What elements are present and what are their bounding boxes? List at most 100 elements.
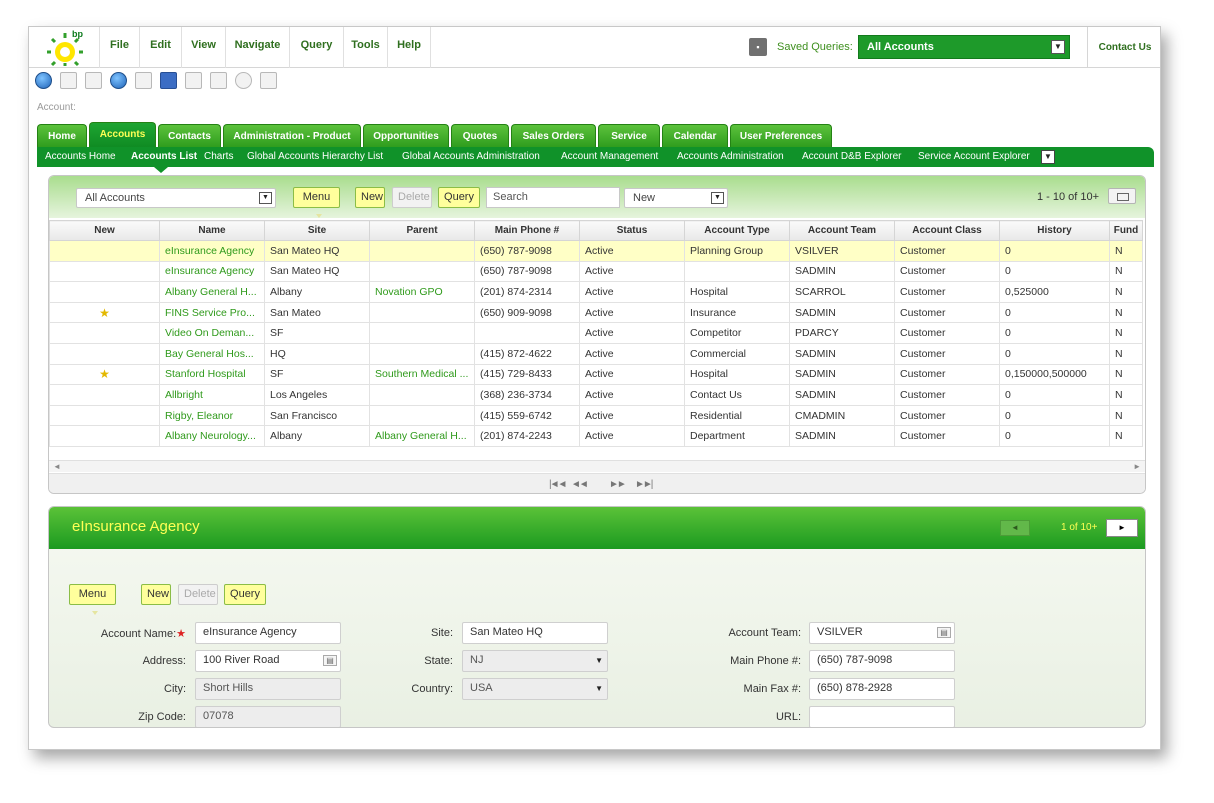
saved-query-icon[interactable]: ▪	[749, 38, 767, 56]
tab-user-preferences[interactable]: User Preferences	[730, 124, 832, 148]
column-header[interactable]: Status	[579, 220, 685, 241]
account-name-link[interactable]: FINS Service Pro...	[159, 301, 265, 324]
table-row[interactable]: eInsurance Agency San Mateo HQ (650) 787-9…	[49, 260, 1143, 283]
menu-help[interactable]: Help	[387, 27, 431, 68]
form-delete-button[interactable]: Delete	[178, 584, 218, 605]
column-header[interactable]: History	[999, 220, 1110, 241]
city-field[interactable]: Short Hills	[195, 678, 341, 700]
url-field[interactable]	[809, 706, 955, 727]
new-record-icon[interactable]	[60, 72, 77, 89]
saved-queries-select[interactable]: All Accounts ▼	[858, 35, 1070, 59]
tab-sales-orders[interactable]: Sales Orders	[511, 124, 596, 148]
pick-icon[interactable]: ▤	[323, 655, 337, 666]
table-row[interactable]: Video On Deman... SF Active Competitor PDARC…	[49, 322, 1143, 344]
table-row[interactable]: ★ Stanford Hospital SF Southern Medical ...…	[49, 363, 1143, 386]
scroll-right-icon[interactable]: ►	[1133, 462, 1141, 471]
subnav-accounts-list[interactable]: Accounts List	[131, 147, 197, 167]
prev-record-button[interactable]: ◄	[1000, 520, 1030, 536]
column-header[interactable]: Name	[159, 220, 265, 241]
account-name-link[interactable]: Bay General Hos...	[159, 342, 265, 365]
menu-navigate[interactable]: Navigate	[225, 27, 289, 68]
next-record-button[interactable]: ►	[1106, 519, 1138, 537]
parent-link[interactable]: Novation GPO	[369, 281, 475, 303]
next-page-icon[interactable]: ►►	[609, 479, 627, 490]
account-name-link[interactable]: Albany Neurology...	[159, 425, 265, 447]
menu-file[interactable]: File	[99, 27, 139, 68]
first-page-icon[interactable]: |◄◄	[549, 479, 567, 490]
list-new-button[interactable]: New	[355, 187, 385, 208]
contact-us-link[interactable]: Contact Us	[1087, 27, 1160, 68]
horizontal-scrollbar[interactable]: ◄ ►	[49, 460, 1145, 472]
account-name-link[interactable]: Video On Deman...	[159, 322, 265, 344]
breadcrumb[interactable]: Account:	[37, 102, 76, 113]
chart-icon[interactable]	[260, 72, 277, 89]
form-new-button[interactable]: New	[141, 584, 171, 605]
parent-link[interactable]: Albany General H...	[369, 425, 475, 447]
tab-contacts[interactable]: Contacts	[158, 124, 221, 148]
column-header[interactable]: Account Class	[894, 220, 1000, 241]
subnav-dnb-explorer[interactable]: Account D&B Explorer	[802, 147, 902, 167]
copy-record-icon[interactable]	[85, 72, 102, 89]
subnav-accounts-home[interactable]: Accounts Home	[45, 147, 116, 167]
parent-link[interactable]: Southern Medical ...	[369, 363, 475, 386]
table-row[interactable]: eInsurance Agency San Mateo HQ (650) 787-9…	[49, 240, 1143, 262]
query-select[interactable]: All Accounts ▼	[76, 188, 276, 208]
table-row[interactable]: ★ FINS Service Pro... San Mateo (650) 909-9…	[49, 301, 1143, 324]
print-icon[interactable]	[210, 72, 227, 89]
tab-calendar[interactable]: Calendar	[662, 124, 728, 148]
chevron-down-icon[interactable]: ▼	[1041, 150, 1055, 164]
tab-opportunities[interactable]: Opportunities	[363, 124, 449, 148]
tab-administration-product[interactable]: Administration - Product	[223, 124, 361, 148]
refresh-icon[interactable]	[110, 72, 127, 89]
table-row[interactable]: Allbright Los Angeles (368) 236-3734 Active…	[49, 384, 1143, 406]
column-header[interactable]: Account Team	[789, 220, 895, 241]
account-name-link[interactable]: Rigby, Eleanor	[159, 404, 265, 427]
tab-accounts[interactable]: Accounts	[89, 122, 156, 148]
zip-field[interactable]: 07078	[195, 706, 341, 727]
subnav-charts[interactable]: Charts	[204, 147, 233, 167]
menu-query[interactable]: Query	[289, 27, 343, 68]
column-header[interactable]: Main Phone #	[474, 220, 580, 241]
subnav-accounts-admin[interactable]: Accounts Administration	[677, 147, 784, 167]
account-name-link[interactable]: eInsurance Agency	[159, 260, 265, 283]
table-row[interactable]: Albany Neurology... Albany Albany General …	[49, 425, 1143, 447]
subnav-service-explorer[interactable]: Service Account Explorer	[918, 147, 1030, 167]
column-header[interactable]: Account Type	[684, 220, 790, 241]
scroll-left-icon[interactable]: ◄	[53, 462, 61, 471]
form-menu-button[interactable]: Menu	[69, 584, 116, 605]
column-header[interactable]: Parent	[369, 220, 475, 241]
main-fax-field[interactable]: (650) 878-2928	[809, 678, 955, 700]
tab-home[interactable]: Home	[37, 124, 87, 148]
last-page-icon[interactable]: ►►|	[635, 479, 653, 490]
list-delete-button[interactable]: Delete	[392, 187, 432, 208]
search-input[interactable]: Search	[486, 187, 620, 208]
state-select[interactable]: NJ ▼	[462, 650, 608, 672]
clock-icon[interactable]	[235, 72, 252, 89]
menu-edit[interactable]: Edit	[139, 27, 181, 68]
menu-tools[interactable]: Tools	[343, 27, 387, 68]
menu-view[interactable]: View	[181, 27, 225, 68]
row-count-button[interactable]	[1108, 188, 1136, 204]
new-select[interactable]: New ▼	[624, 188, 728, 208]
column-header[interactable]: Fund	[1109, 220, 1143, 241]
keyboard-icon[interactable]	[135, 72, 152, 89]
account-name-field[interactable]: eInsurance Agency	[195, 622, 341, 644]
account-name-link[interactable]: Stanford Hospital	[159, 363, 265, 386]
list-query-button[interactable]: Query	[438, 187, 480, 208]
main-phone-field[interactable]: (650) 787-9098	[809, 650, 955, 672]
subnav-global-hierarchy[interactable]: Global Accounts Hierarchy List	[247, 147, 383, 167]
table-row[interactable]: Rigby, Eleanor San Francisco (415) 559-674…	[49, 404, 1143, 427]
table-row[interactable]: Bay General Hos... HQ (415) 872-4622 Active…	[49, 342, 1143, 365]
table-row[interactable]: Albany General H... Albany Novation GPO (20…	[49, 281, 1143, 303]
list-menu-button[interactable]: Menu	[293, 187, 340, 208]
account-name-link[interactable]: eInsurance Agency	[159, 240, 265, 262]
prev-page-icon[interactable]: ◄◄	[571, 479, 589, 490]
address-field[interactable]: 100 River Road ▤	[195, 650, 341, 672]
column-header[interactable]: Site	[264, 220, 370, 241]
subnav-global-admin[interactable]: Global Accounts Administration	[402, 147, 540, 167]
task-icon[interactable]	[185, 72, 202, 89]
subnav-account-management[interactable]: Account Management	[561, 147, 658, 167]
account-name-link[interactable]: Albany General H...	[159, 281, 265, 303]
pick-icon[interactable]: ▤	[937, 627, 951, 638]
tab-service[interactable]: Service	[598, 124, 660, 148]
